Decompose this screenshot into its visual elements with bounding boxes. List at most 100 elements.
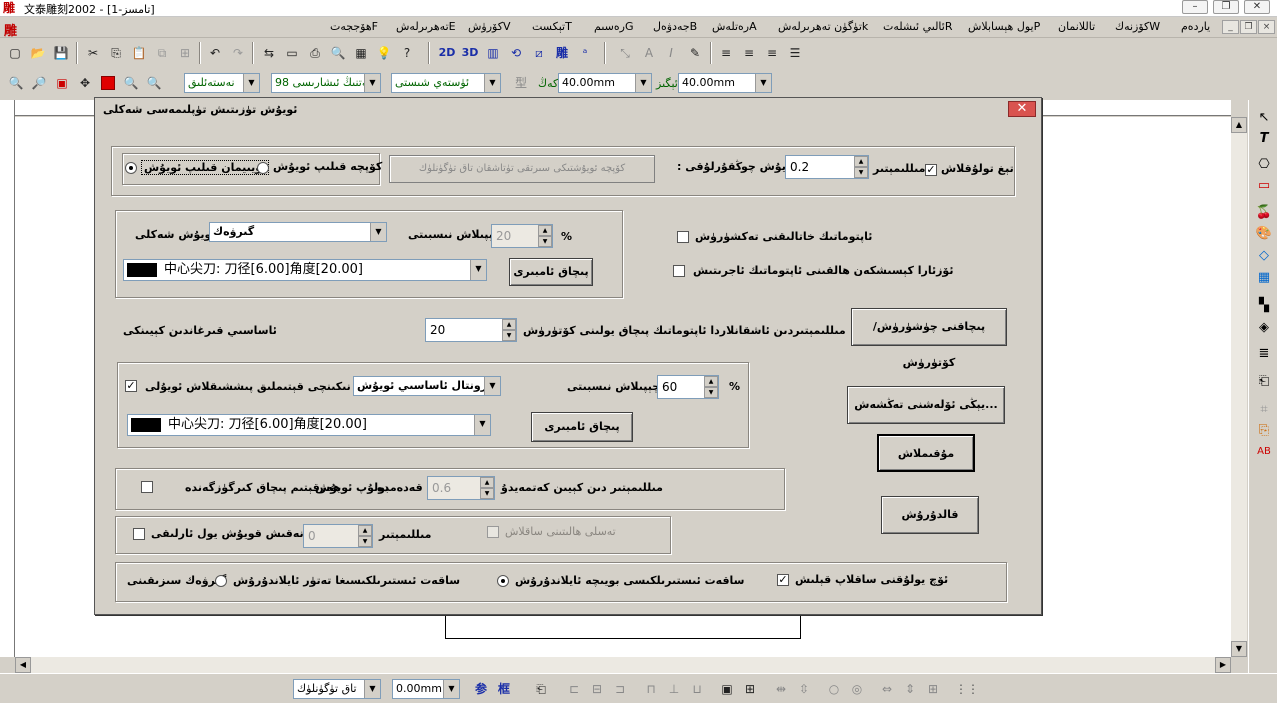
- shape-select[interactable]: گىرۋەك ▼: [209, 222, 387, 242]
- menu-options[interactable]: تاللانمان: [1058, 20, 1095, 33]
- menu-text[interactable]: تېكستT: [532, 20, 572, 33]
- clear-fill-checkbox[interactable]: ✓: [925, 164, 937, 176]
- shen-icon[interactable]: 参: [470, 678, 492, 700]
- align-justify-icon[interactable]: ☰: [784, 42, 806, 64]
- letter-tool-icon[interactable]: ᵃ: [574, 42, 596, 64]
- node-tool-icon[interactable]: ⎔: [1253, 155, 1275, 175]
- tool-select[interactable]: 中心尖刀: 刀径[6.00]角度[20.00] ▼: [123, 259, 487, 281]
- horizontal-scrollbar[interactable]: ◀ ▶: [15, 657, 1231, 673]
- align-center-icon[interactable]: ≡: [738, 42, 760, 64]
- menu-node-edit[interactable]: تۈگۈن تەھرىرلەشk: [778, 20, 868, 33]
- menu-file[interactable]: ھۆججەتF: [330, 20, 378, 33]
- menu-edit[interactable]: تەھرىرلەشE: [396, 20, 456, 33]
- mdi-close-button[interactable]: ×: [1258, 20, 1275, 34]
- align-top-icon[interactable]: ⊓: [640, 678, 662, 700]
- spacing-input[interactable]: 20 ▲ ▼: [425, 318, 517, 342]
- spin-up-icon[interactable]: ▲: [480, 477, 494, 488]
- paste-icon[interactable]: 📋: [128, 42, 150, 64]
- new-icon[interactable]: ▢: [4, 42, 26, 64]
- cancel-button[interactable]: قالدۇرۇش: [881, 496, 979, 534]
- cherry-icon[interactable]: 🍒: [1253, 203, 1275, 223]
- keep-outside-checkbox[interactable]: ✓: [777, 574, 789, 586]
- menu-table[interactable]: جەدۋەلB: [653, 20, 697, 33]
- clone-icon[interactable]: ⧉: [151, 42, 173, 64]
- keep-state-checkbox[interactable]: [487, 526, 499, 538]
- edge-checkbox[interactable]: [141, 481, 153, 493]
- spin-up-icon[interactable]: ▲: [358, 525, 372, 536]
- edge-input[interactable]: 0.6 ▲ ▼: [427, 476, 495, 500]
- multi-engrave-radio[interactable]: [257, 162, 269, 174]
- plain-engrave-radio[interactable]: [125, 162, 137, 174]
- text-frame-icon[interactable]: ▭: [281, 42, 303, 64]
- type-icon[interactable]: 型: [510, 72, 532, 94]
- zoom-in-icon[interactable]: 🔍: [5, 72, 27, 94]
- pan-icon[interactable]: ✥: [74, 72, 96, 94]
- table-icon[interactable]: ▦: [1253, 268, 1275, 288]
- grid-icon[interactable]: ⋮⋮: [954, 678, 979, 700]
- menu-window[interactable]: كۆزنەكW: [1115, 20, 1160, 33]
- knife-library-button[interactable]: پىچاق ئامبىرى: [509, 258, 593, 286]
- align-middle-icon[interactable]: ⊥: [663, 678, 685, 700]
- edit-text-icon[interactable]: ✎: [684, 42, 706, 64]
- node-mode-select[interactable]: تاق تۈگۈنلۈك ▼: [293, 679, 381, 699]
- trace-input[interactable]: 0 ▲ ▼: [303, 524, 373, 548]
- save-icon[interactable]: 💾: [50, 42, 72, 64]
- engrave-tool-icon[interactable]: ⌗: [1253, 400, 1275, 420]
- height-select[interactable]: 40.00mm ▼: [678, 73, 772, 93]
- align-right-edges-icon[interactable]: ⊐: [609, 678, 631, 700]
- bitmap-icon[interactable]: ▦: [350, 42, 372, 64]
- vertical-scrollbar[interactable]: ▲ ▼: [1231, 117, 1247, 657]
- group-icon[interactable]: ▣: [716, 678, 738, 700]
- paint-bucket-icon[interactable]: ◈: [1253, 318, 1275, 338]
- print-icon[interactable]: ⎙: [304, 42, 326, 64]
- preview-icon[interactable]: 🔍: [327, 42, 349, 64]
- zoom-tool-icon[interactable]: 🔍: [120, 72, 142, 94]
- copy-icon[interactable]: ⎘: [105, 42, 127, 64]
- width-select[interactable]: 40.00mm ▼: [558, 73, 652, 93]
- shear-icon[interactable]: ⧄: [528, 42, 550, 64]
- fill-icon[interactable]: 🎨: [1253, 224, 1275, 244]
- ccw-radio[interactable]: [215, 575, 227, 587]
- fill-checkbox[interactable]: ✓: [125, 380, 137, 392]
- auto-check-checkbox[interactable]: [677, 231, 689, 243]
- cut-icon[interactable]: ✂: [82, 42, 104, 64]
- distribute-h-icon[interactable]: ⇹: [770, 678, 792, 700]
- zoom-page-icon[interactable]: 🔍: [143, 72, 165, 94]
- 2d-icon[interactable]: 2D: [436, 42, 458, 64]
- font-variant-select[interactable]: ئۈستەي شىستى ▼: [391, 73, 501, 93]
- arrow-select-icon[interactable]: ↖: [1253, 108, 1275, 128]
- measure-icon[interactable]: ⤡: [614, 42, 636, 64]
- height-fit-icon[interactable]: ⇕: [899, 678, 921, 700]
- spin-up-icon[interactable]: ▲: [538, 225, 552, 236]
- close-button[interactable]: ✕: [1244, 0, 1270, 14]
- align-left-edges-icon[interactable]: ⊏: [563, 678, 585, 700]
- text-tool-icon[interactable]: T: [1253, 129, 1275, 149]
- rotate-icon[interactable]: ⟲: [505, 42, 527, 64]
- menu-help[interactable]: ياردەم: [1181, 20, 1210, 33]
- spin-down-icon[interactable]: ▼: [502, 330, 516, 341]
- font-style-select[interactable]: نەستەئلىق ▼: [184, 73, 260, 93]
- distribute-v-icon[interactable]: ⇳: [793, 678, 815, 700]
- lamp-icon[interactable]: 💡: [373, 42, 395, 64]
- kuang-icon[interactable]: 框: [493, 678, 515, 700]
- spin-down-icon[interactable]: ▼: [538, 236, 552, 247]
- align-right-icon[interactable]: ≡: [715, 42, 737, 64]
- auto-split-checkbox[interactable]: [673, 265, 685, 277]
- mdi-minimize-button[interactable]: _: [1222, 20, 1239, 34]
- fill-knife-library-button[interactable]: پىچاق ئامبىرى: [531, 412, 633, 442]
- rect-tool-icon[interactable]: ▭: [1253, 176, 1275, 196]
- dialog-close-button[interactable]: ✕: [1008, 101, 1036, 117]
- mdi-restore-button[interactable]: ❐: [1240, 20, 1257, 34]
- multi-engrave-label[interactable]: كۆپچە قىلىپ ئويۇش: [273, 160, 382, 173]
- spin-down-icon[interactable]: ▼: [358, 536, 372, 547]
- color-red-icon[interactable]: [101, 76, 115, 90]
- ab-text-icon[interactable]: AB: [1253, 442, 1275, 462]
- align-centers-icon[interactable]: ⊟: [586, 678, 608, 700]
- menu-advanced[interactable]: ئالىي ئىشلەتR: [883, 20, 953, 33]
- spin-down-icon[interactable]: ▼: [480, 488, 494, 499]
- shapes-icon[interactable]: ◇: [1253, 246, 1275, 266]
- fill-direction-select[interactable]: گورىزونتال ئاساسىي ئويۇش ▼: [353, 376, 501, 396]
- scroll-left-icon[interactable]: ◀: [15, 657, 31, 673]
- zoom-out-icon[interactable]: 🔎: [28, 72, 50, 94]
- page-icon[interactable]: ⎗: [1253, 372, 1275, 392]
